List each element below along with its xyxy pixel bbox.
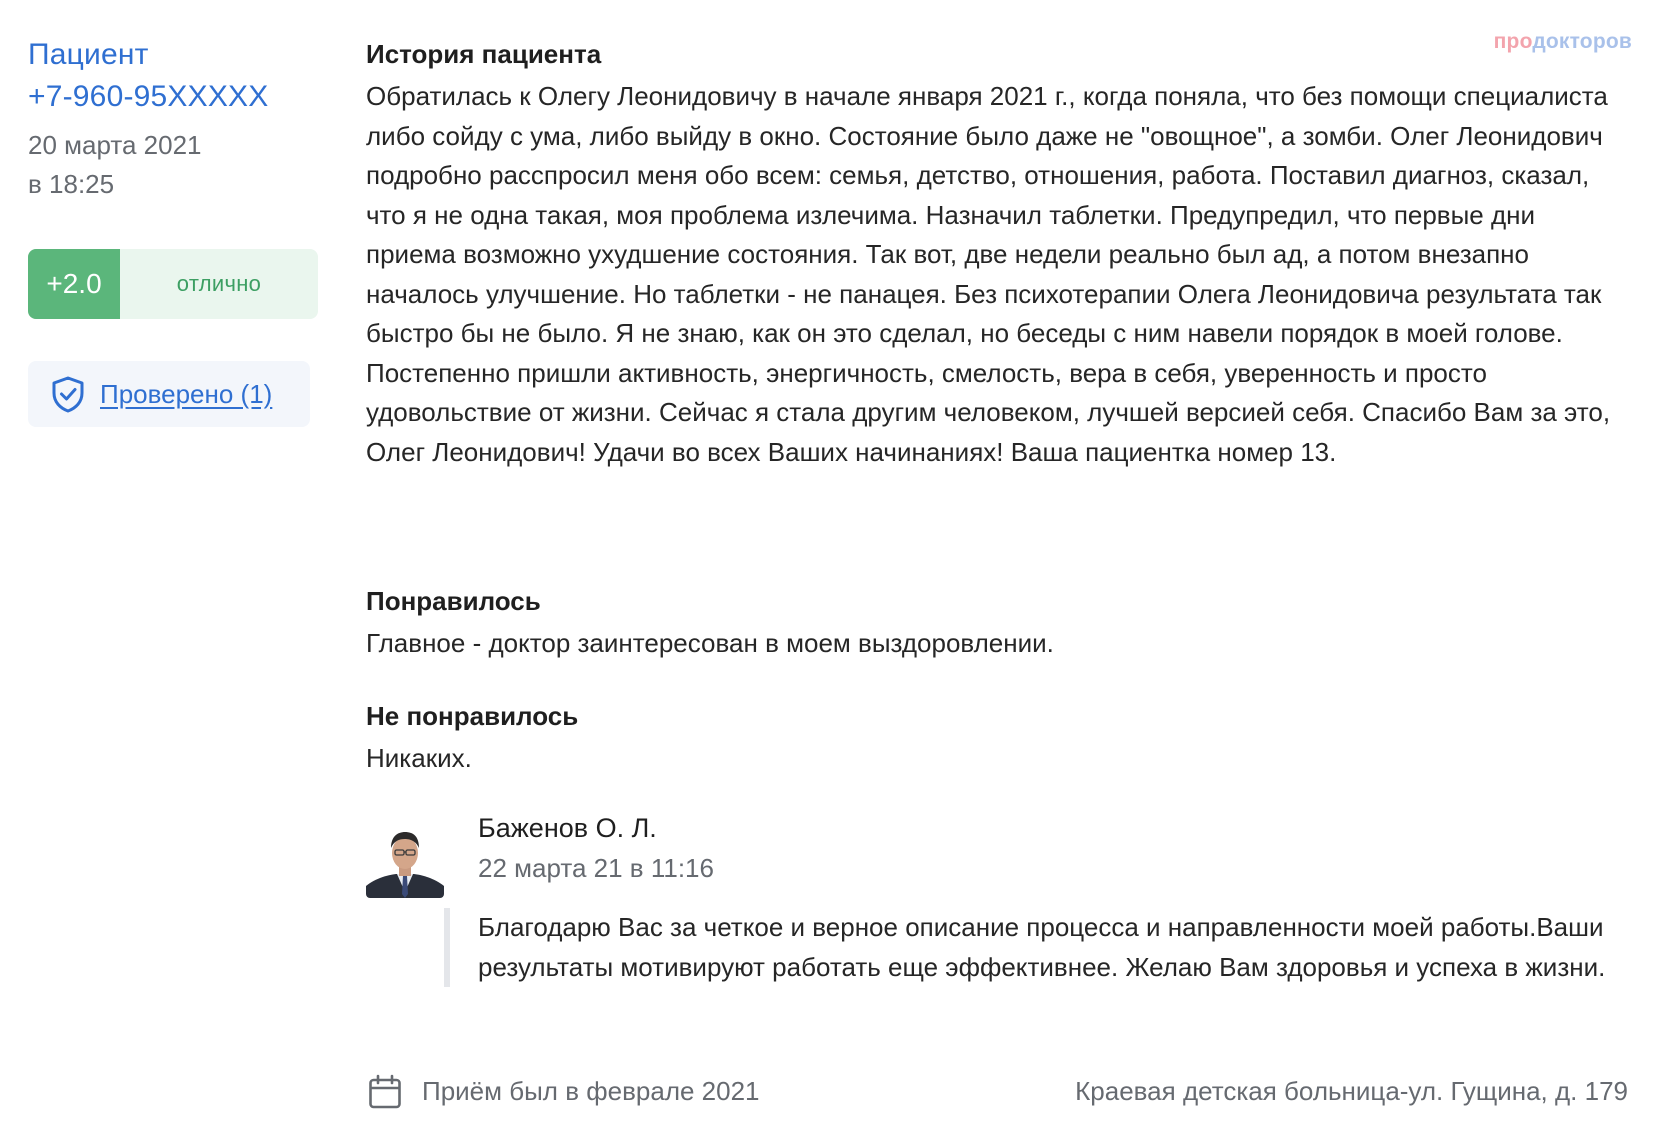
review-content: История пациента Обратилась к Олегу Леон… bbox=[366, 34, 1628, 773]
review-footer: Приём был в феврале 2021 Краевая детская… bbox=[366, 1070, 1628, 1116]
author-phone-link[interactable]: +7-960-95XXXXX bbox=[28, 76, 328, 118]
review-datetime: 20 марта 2021 в 18:25 bbox=[28, 126, 328, 204]
doctor-name[interactable]: Баженов О. Л. bbox=[478, 808, 657, 848]
rating-badge: +2.0 отлично bbox=[28, 249, 318, 319]
review-meta: Пациент +7-960-95XXXXX 20 марта 2021 в 1… bbox=[28, 34, 328, 427]
review-date: 20 марта 2021 bbox=[28, 130, 202, 160]
reply-date: 22 марта 21 в 11:16 bbox=[478, 853, 714, 883]
disliked-section: Не понравилось Никаких. bbox=[366, 696, 1628, 779]
verified-link[interactable]: Проверено (1) bbox=[100, 379, 272, 410]
reply-text: Благодарю Вас за четкое и верное описани… bbox=[444, 908, 1608, 987]
clinic-address[interactable]: Краевая детская больница-ул. Гущина, д. … bbox=[1075, 1070, 1628, 1112]
liked-text: Главное - доктор заинтересован в моем вы… bbox=[366, 628, 1054, 658]
shield-check-icon bbox=[48, 374, 88, 414]
review-time: в 18:25 bbox=[28, 169, 115, 199]
rating-label: отлично bbox=[176, 271, 262, 296]
verified-badge[interactable]: Проверено (1) bbox=[28, 361, 310, 427]
liked-title: Понравилось bbox=[366, 586, 541, 616]
calendar-icon bbox=[368, 1074, 402, 1110]
history-section: История пациента Обратилась к Олегу Леон… bbox=[366, 34, 1628, 472]
doctor-avatar[interactable] bbox=[366, 820, 444, 898]
history-title: История пациента bbox=[366, 39, 602, 69]
author-name-link[interactable]: Пациент bbox=[28, 34, 328, 76]
visit-date: Приём был в феврале 2021 bbox=[422, 1076, 760, 1106]
liked-section: Понравилось Главное - доктор заинтересов… bbox=[366, 581, 1628, 664]
disliked-title: Не понравилось bbox=[366, 701, 579, 731]
history-text: Обратилась к Олегу Леонидовичу в начале … bbox=[366, 81, 1611, 467]
rating-score: +2.0 bbox=[28, 249, 120, 319]
disliked-text: Никаких. bbox=[366, 743, 472, 773]
